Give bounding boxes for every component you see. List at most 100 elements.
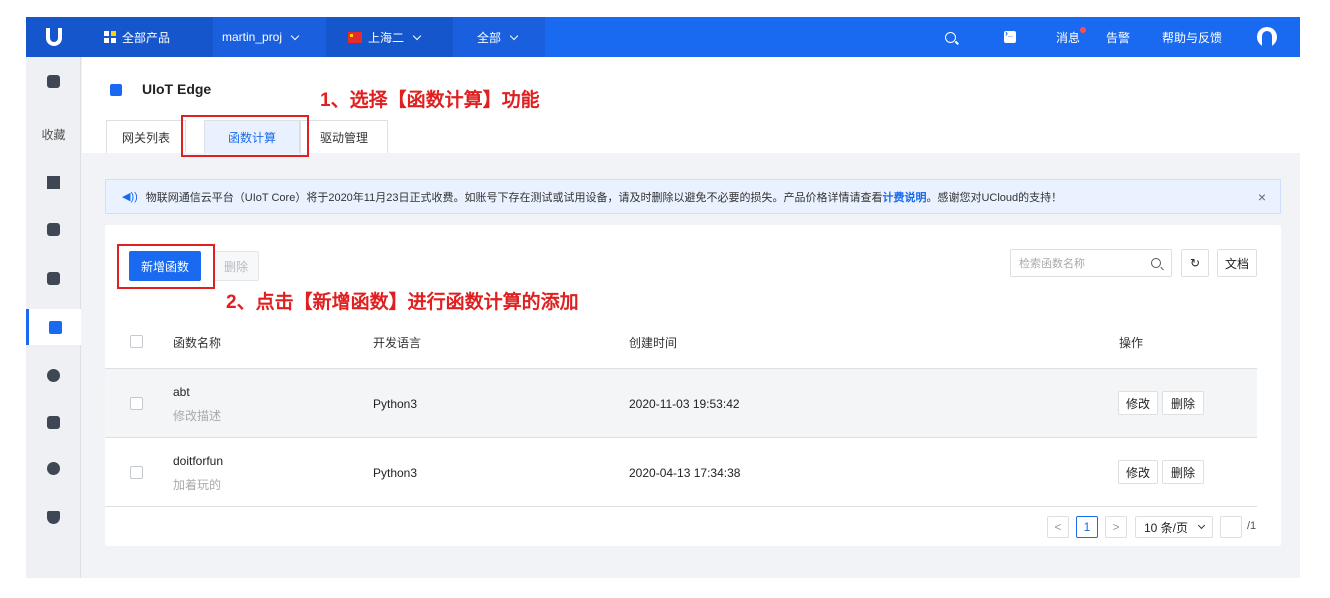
column-header-created: 创建时间 xyxy=(629,336,678,350)
annotation-step-2: 2、点击【新增函数】进行函数计算的添加 xyxy=(226,292,579,313)
tab-gateway-list[interactable]: 网关列表 xyxy=(106,120,186,153)
user-avatar[interactable] xyxy=(1257,17,1277,57)
help-label: 帮助与反馈 xyxy=(1162,30,1223,45)
function-description: 加着玩的 xyxy=(173,478,222,492)
sidebar-item-console[interactable] xyxy=(26,63,81,99)
sidebar-item-cluster[interactable] xyxy=(26,357,81,393)
unread-dot xyxy=(1080,27,1087,33)
ucloud-logo[interactable] xyxy=(26,17,81,57)
cluster-icon xyxy=(47,368,60,382)
project-label: martin_proj xyxy=(222,30,283,44)
column-header-name: 函数名称 xyxy=(173,336,222,350)
chevron-down-icon xyxy=(412,31,422,40)
prev-page-button[interactable]: < xyxy=(1047,516,1069,538)
function-search-input[interactable]: 检索函数名称 xyxy=(1010,249,1172,277)
region-label: 上海二 xyxy=(368,30,405,45)
tab-driver-management[interactable]: 驱动管理 xyxy=(300,120,388,153)
sidebar-item-storage[interactable] xyxy=(26,260,81,296)
function-list-panel: 新增函数 删除 检索函数名称 ↻ 文档 函数名称 开发语言 创建时间 操作 ab… xyxy=(105,225,1281,546)
logo-u-icon xyxy=(45,28,62,46)
region-selector[interactable]: 上海二 xyxy=(348,17,422,57)
function-created-time: 2020-04-13 17:34:38 xyxy=(629,466,741,480)
search-placeholder: 检索函数名称 xyxy=(1019,258,1085,270)
zone-label: 全部 xyxy=(477,30,502,45)
page-size-label: 10 条/页 xyxy=(1144,520,1189,535)
sidebar-item-favorites[interactable]: 收藏 xyxy=(26,116,81,152)
sidebar-item-security[interactable] xyxy=(26,499,81,535)
column-header-actions: 操作 xyxy=(1119,336,1144,350)
shield-icon xyxy=(47,510,60,524)
billing-info-link[interactable]: 计费说明 xyxy=(882,189,926,205)
sidebar-item-servers[interactable] xyxy=(26,164,81,200)
server-icon xyxy=(47,175,60,189)
edit-button[interactable]: 修改 xyxy=(1118,391,1158,415)
page-size-select[interactable]: 10 条/页 xyxy=(1135,516,1213,538)
zone-selector[interactable]: 全部 xyxy=(477,17,519,57)
notice-suffix: 。感谢您对UCloud的支持！ xyxy=(926,191,1063,204)
database-icon xyxy=(47,415,60,429)
total-pages: /1 xyxy=(1247,520,1257,532)
search-icon xyxy=(1151,258,1161,268)
messages-label: 消息 xyxy=(1056,30,1081,45)
page-jump-input[interactable] xyxy=(1220,516,1242,538)
function-created-time: 2020-11-03 19:53:42 xyxy=(629,397,740,411)
chevron-down-icon xyxy=(509,31,519,40)
refresh-button[interactable]: ↻ xyxy=(1181,249,1209,277)
page-1-button[interactable]: 1 xyxy=(1076,516,1098,538)
delete-button[interactable]: 删除 xyxy=(213,251,259,281)
alarms-link[interactable]: 告警 xyxy=(1106,17,1130,57)
all-products-label: 全部产品 xyxy=(122,30,171,45)
favorites-label: 收藏 xyxy=(41,127,66,142)
chevron-down-icon xyxy=(1197,521,1206,530)
annotation-highlight-add-button xyxy=(117,244,215,289)
sidebar-item-iot-edge[interactable] xyxy=(26,309,81,345)
terminal-icon xyxy=(1004,28,1016,43)
alarms-label: 告警 xyxy=(1106,30,1131,45)
china-flag-icon xyxy=(348,31,362,43)
column-header-language: 开发语言 xyxy=(373,336,422,350)
sidebar-item-cache[interactable] xyxy=(26,450,81,486)
notice-banner: ◀)) 物联网通信云平台（UIoT Core）将于2020年11月23日正式收费… xyxy=(105,179,1281,214)
row-delete-button[interactable]: 删除 xyxy=(1162,460,1204,484)
select-all-checkbox[interactable] xyxy=(130,335,143,348)
message-box-icon xyxy=(47,74,60,88)
row-delete-button[interactable]: 删除 xyxy=(1162,391,1204,415)
function-name[interactable]: doitforfun xyxy=(173,454,223,468)
page-title: UIoT Edge xyxy=(142,81,212,97)
row-checkbox[interactable] xyxy=(130,397,143,410)
cache-icon xyxy=(47,461,60,475)
console-shell-button[interactable] xyxy=(1004,17,1016,57)
user-icon xyxy=(1257,27,1277,47)
all-products-menu[interactable]: 全部产品 xyxy=(104,17,170,57)
table-divider xyxy=(105,506,1257,507)
app-window: 全部产品 martin_proj 上海二 全部 消息 告警 xyxy=(26,17,1300,578)
function-name[interactable]: abt xyxy=(173,385,190,399)
messages-link[interactable]: 消息 xyxy=(1056,17,1087,57)
annotation-step-1: 1、选择【函数计算】功能 xyxy=(320,90,540,111)
storage-icon xyxy=(47,271,60,285)
iot-edge-icon xyxy=(48,320,62,334)
project-selector[interactable]: martin_proj xyxy=(222,17,300,57)
edit-button[interactable]: 修改 xyxy=(1118,460,1158,484)
iot-edge-icon xyxy=(110,84,122,96)
annotation-highlight-tab xyxy=(181,115,309,157)
refresh-icon: ↻ xyxy=(1189,256,1201,270)
function-language: Python3 xyxy=(373,397,418,411)
chevron-down-icon xyxy=(290,31,300,40)
help-feedback-link[interactable]: 帮助与反馈 xyxy=(1162,17,1222,57)
row-checkbox[interactable] xyxy=(130,466,143,479)
sidebar: 收藏 xyxy=(26,57,81,578)
network-icon xyxy=(47,222,60,236)
close-icon[interactable]: × xyxy=(1258,189,1266,205)
global-search-button[interactable] xyxy=(945,17,956,57)
docs-button[interactable]: 文档 xyxy=(1217,249,1257,277)
sidebar-item-database[interactable] xyxy=(26,404,81,440)
sidebar-item-network[interactable] xyxy=(26,211,81,247)
speaker-icon: ◀)) xyxy=(122,191,138,203)
notice-text: 物联网通信云平台（UIoT Core）将于2020年11月23日正式收费。如账号… xyxy=(145,191,883,204)
top-navigation-bar: 全部产品 martin_proj 上海二 全部 消息 告警 xyxy=(26,17,1300,57)
grid-icon xyxy=(104,31,116,43)
function-language: Python3 xyxy=(373,466,418,480)
table-row: doitforfun 加着玩的 Python3 2020-04-13 17:34… xyxy=(105,437,1257,506)
next-page-button[interactable]: > xyxy=(1105,516,1127,538)
